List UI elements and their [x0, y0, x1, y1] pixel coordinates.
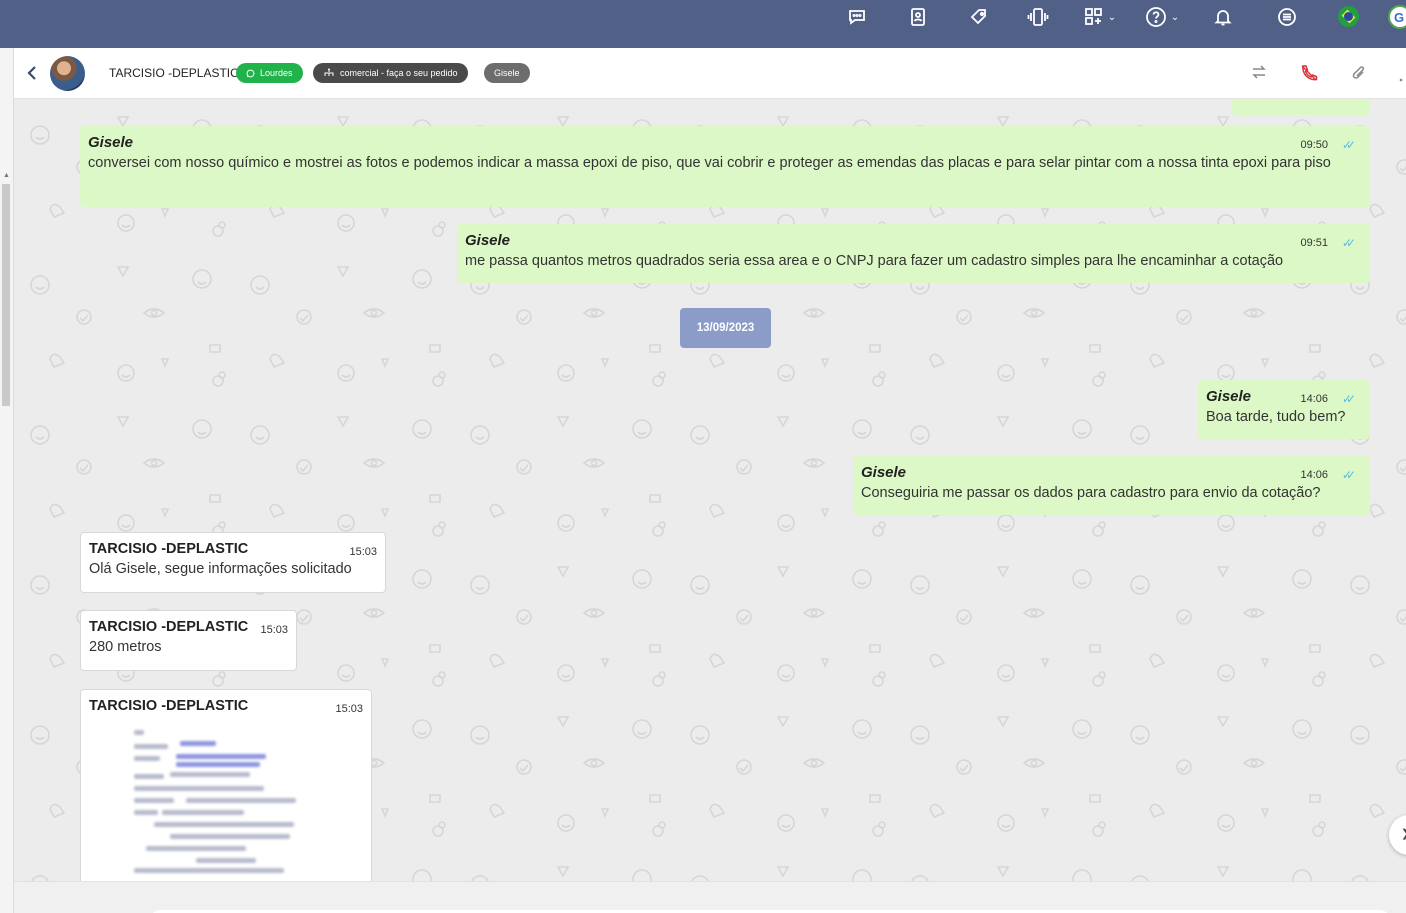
end-call-icon[interactable] [1299, 63, 1319, 88]
whatsapp-icon [246, 69, 255, 77]
more-options-icon[interactable] [1398, 70, 1406, 88]
sitemap-icon [324, 68, 334, 76]
chevron-down-icon: ⌄ [1107, 11, 1117, 23]
double-check-icon: ✓✓ [1341, 468, 1356, 482]
message-time: 15:03 [349, 546, 377, 558]
menu-list-icon[interactable] [1276, 6, 1298, 28]
phone-vibrate-icon[interactable] [1025, 6, 1051, 28]
back-arrow-icon[interactable] [24, 64, 40, 87]
message-bubble-incoming[interactable]: TARCISIO -DEPLASTIC 15:03 280 metros [80, 610, 297, 671]
channel-badge-label: Lourdes [260, 68, 293, 78]
double-check-icon: ✓✓ [1341, 236, 1356, 250]
message-sender: Gisele [465, 232, 511, 249]
message-text: 280 metros [89, 639, 162, 655]
message-time: 09:51 [1300, 237, 1328, 249]
message-bubble-outgoing[interactable]: Gisele 14:06 ✓✓ Conseguiria me passar os… [853, 456, 1370, 515]
scroll-up-arrow-icon[interactable]: ▲ [3, 172, 10, 179]
message-text: Olá Gisele, segue informações solicitado [89, 561, 352, 577]
help-icon[interactable]: ⌄ [1139, 6, 1185, 28]
message-bubble-outgoing[interactable]: Gisele 09:51 ✓✓ me passa quantos metros … [457, 224, 1370, 283]
agent-badge-label: Gisele [494, 68, 520, 78]
brazil-flag-icon[interactable] [1338, 6, 1359, 27]
agent-badge: Gisele [484, 63, 530, 83]
document-image-preview[interactable] [126, 726, 306, 881]
message-bubble-outgoing[interactable]: Gisele 14:06 ✓✓ Boa tarde, tudo bem? [1198, 380, 1370, 439]
top-navigation-bar: ⌄ ⌄ G [0, 0, 1406, 48]
message-composer [14, 881, 1406, 913]
message-sender: TARCISIO -DEPLASTIC [89, 619, 249, 635]
chevron-down-icon: ❯ [1401, 827, 1406, 840]
message-time: 15:03 [335, 703, 363, 715]
message-text: Conseguiria me passar os dados para cada… [861, 485, 1321, 501]
message-sender: Gisele [1206, 388, 1252, 405]
message-bubble-outgoing[interactable]: Gisele 09:50 ✓✓ conversei com nosso quím… [80, 126, 1370, 207]
left-scroll-strip: ▲ [0, 48, 14, 913]
queue-badge: comercial - faça o seu pedido [313, 63, 468, 83]
chat-header: TARCISIO -DEPLASTIC Lourdes comercial - … [14, 48, 1406, 99]
tag-icon[interactable] [968, 6, 990, 28]
queue-badge-label: comercial - faça o seu pedido [340, 68, 458, 78]
transfer-icon[interactable] [1250, 63, 1268, 86]
message-time: 09:50 [1300, 139, 1328, 151]
messages-area[interactable]: Gisele 09:50 ✓✓ conversei com nosso quím… [14, 99, 1406, 881]
message-sender: Gisele [861, 464, 907, 481]
contact-card-icon[interactable] [908, 6, 928, 28]
message-time: 15:03 [260, 624, 288, 636]
message-bubble-partial[interactable] [1232, 99, 1370, 115]
double-check-icon: ✓✓ [1341, 138, 1356, 152]
double-check-icon: ✓✓ [1341, 392, 1356, 406]
message-bubble-incoming[interactable]: TARCISIO -DEPLASTIC 15:03 [80, 689, 372, 881]
message-bubble-incoming[interactable]: TARCISIO -DEPLASTIC 15:03 Olá Gisele, se… [80, 532, 386, 593]
contact-name[interactable]: TARCISIO -DEPLASTIC [109, 66, 239, 80]
scrollbar-thumb[interactable] [2, 184, 10, 406]
message-text: me passa quantos metros quadrados seria … [465, 253, 1284, 269]
user-avatar[interactable]: G [1388, 5, 1406, 29]
bell-icon[interactable] [1212, 6, 1234, 28]
chat-bubble-icon[interactable] [846, 6, 868, 28]
attach-icon[interactable] [1350, 63, 1368, 88]
apps-grid-icon[interactable]: ⌄ [1080, 6, 1120, 28]
message-sender: TARCISIO -DEPLASTIC [89, 541, 249, 557]
date-separator: 13/09/2023 [680, 308, 771, 348]
contact-avatar[interactable] [50, 56, 85, 91]
message-text: conversei com nosso químico e mostrei as… [88, 155, 1331, 171]
message-time: 14:06 [1300, 469, 1328, 481]
message-sender: Gisele [88, 134, 134, 151]
channel-badge: Lourdes [236, 63, 303, 83]
chevron-down-icon: ⌄ [1170, 11, 1180, 23]
message-text: Boa tarde, tudo bem? [1206, 409, 1346, 425]
message-time: 14:06 [1300, 393, 1328, 405]
message-sender: TARCISIO -DEPLASTIC [89, 698, 249, 714]
